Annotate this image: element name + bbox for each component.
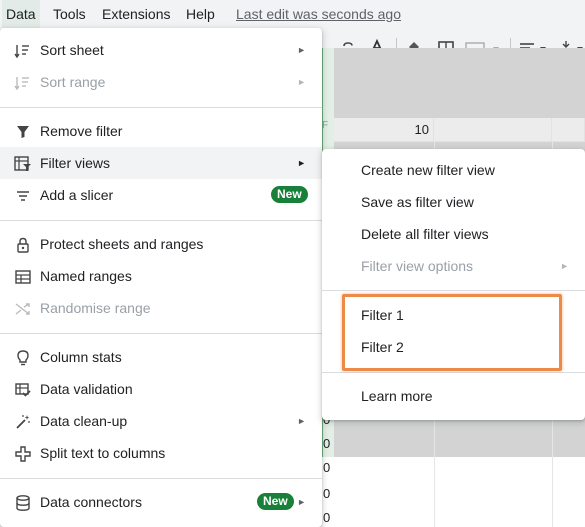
submenu-arrow-icon: ► xyxy=(297,497,306,507)
menu-item-label: Column stats xyxy=(40,349,122,365)
cell-f-value: 0 xyxy=(323,460,331,475)
last-edit-link[interactable]: Last edit was seconds ago xyxy=(236,0,401,28)
slicer-icon xyxy=(14,187,32,205)
menu-bar: Data Tools Extensions Help Last edit was… xyxy=(0,0,585,28)
new-badge: New xyxy=(257,493,294,510)
cell-f-value: 0 xyxy=(323,436,331,451)
menu-extensions[interactable]: Extensions xyxy=(98,0,174,28)
menu-item-label: Create new filter view xyxy=(361,162,495,178)
menu-divider xyxy=(322,372,585,373)
menu-item-sort-sheet[interactable]: Sort sheet ► xyxy=(0,34,322,66)
menu-data[interactable]: Data xyxy=(2,0,40,28)
menu-item-label: Save as filter view xyxy=(361,194,474,210)
menu-item-label: Remove filter xyxy=(40,123,123,139)
sort-range-icon xyxy=(14,74,32,92)
cell-g[interactable]: 10 xyxy=(334,118,434,142)
menu-divider xyxy=(0,333,322,334)
menu-item-label: Protect sheets and ranges xyxy=(40,236,204,252)
menu-item-label: Filter views xyxy=(40,155,111,171)
database-icon xyxy=(14,494,32,512)
menu-item-label: Named ranges xyxy=(40,268,132,284)
named-ranges-icon xyxy=(14,268,32,286)
submenu-arrow-icon: ► xyxy=(297,45,306,55)
menu-item-data-validation[interactable]: Data validation xyxy=(0,373,322,405)
menu-item-split-text[interactable]: Split text to columns xyxy=(0,437,322,469)
lightbulb-icon xyxy=(14,349,32,367)
shuffle-icon xyxy=(14,300,32,318)
menu-item-label: Filter view options xyxy=(361,258,474,274)
split-columns-icon xyxy=(14,445,32,463)
menu-help[interactable]: Help xyxy=(182,0,219,28)
menu-divider xyxy=(322,290,585,291)
submenu-arrow-icon: ► xyxy=(560,261,569,271)
sort-sheet-icon xyxy=(14,42,32,60)
menu-item-label: Split text to columns xyxy=(40,445,166,461)
menu-item-data-clean-up[interactable]: Data clean-up ► xyxy=(0,405,322,437)
data-menu: Sort sheet ► Sort range ► Remove filter … xyxy=(0,28,322,527)
menu-item-sort-range[interactable]: Sort range ► xyxy=(0,66,322,98)
menu-item-protect-sheets[interactable]: Protect sheets and ranges xyxy=(0,228,322,260)
cell-i[interactable] xyxy=(552,118,585,142)
menu-divider xyxy=(0,478,322,479)
filter-icon xyxy=(14,123,32,141)
menu-item-label: Sort range xyxy=(40,74,106,90)
filter-views-submenu: Create new filter view Save as filter vi… xyxy=(322,149,585,420)
menu-item-named-ranges[interactable]: Named ranges xyxy=(0,260,322,292)
new-badge: New xyxy=(271,186,308,203)
submenu-arrow-icon: ► xyxy=(297,77,306,87)
menu-item-save-as-filter-view[interactable]: Save as filter view xyxy=(322,186,585,218)
menu-tools[interactable]: Tools xyxy=(49,0,90,28)
menu-item-delete-filter-views[interactable]: Delete all filter views xyxy=(322,218,585,250)
submenu-arrow-icon: ► xyxy=(297,158,306,168)
menu-item-filter-view-options[interactable]: Filter view options ► xyxy=(322,250,585,282)
cell-h[interactable] xyxy=(434,118,552,142)
menu-divider xyxy=(0,220,322,221)
menu-item-column-stats[interactable]: Column stats xyxy=(0,341,322,373)
menu-item-label: Add a slicer xyxy=(40,187,114,203)
menu-item-label: Sort sheet xyxy=(40,42,104,58)
cell-f-value: 0 xyxy=(323,486,331,501)
menu-item-label: Data clean-up xyxy=(40,413,128,429)
cell-f-value: 0 xyxy=(323,510,331,525)
menu-divider xyxy=(0,107,322,108)
cell-f-partial: F xyxy=(322,120,329,131)
submenu-arrow-icon: ► xyxy=(297,416,306,426)
menu-item-add-slicer[interactable]: Add a slicer New xyxy=(0,179,322,211)
filter-views-icon xyxy=(14,155,32,173)
menu-item-label: Data connectors xyxy=(40,494,142,510)
menu-item-create-filter-view[interactable]: Create new filter view xyxy=(322,154,585,186)
menu-item-label: Data validation xyxy=(40,381,133,397)
magic-wand-icon xyxy=(14,413,32,431)
lock-icon xyxy=(14,236,32,254)
menu-item-randomise-range[interactable]: Randomise range xyxy=(0,292,322,324)
menu-item-remove-filter[interactable]: Remove filter xyxy=(0,115,322,147)
data-validation-icon xyxy=(14,381,32,399)
menu-item-label: Randomise range xyxy=(40,300,151,316)
menu-item-label: Learn more xyxy=(361,388,433,404)
menu-item-filter-views[interactable]: Filter views ► xyxy=(0,147,322,179)
menu-item-label: Delete all filter views xyxy=(361,226,489,242)
menu-item-learn-more[interactable]: Learn more xyxy=(322,380,585,412)
menu-item-data-connectors[interactable]: Data connectors New ► xyxy=(0,486,322,518)
annotation-highlight-box xyxy=(342,294,562,371)
